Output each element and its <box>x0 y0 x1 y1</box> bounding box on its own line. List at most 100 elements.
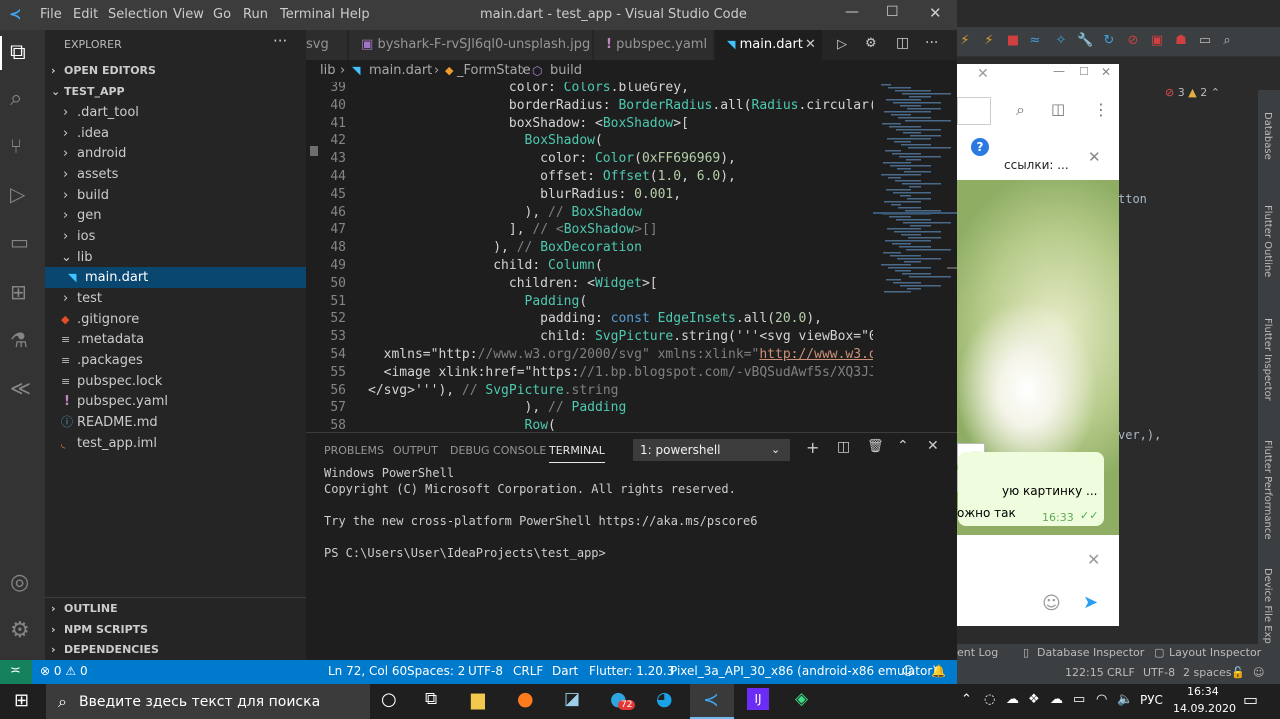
code-line[interactable]: borderRadius: BorderRadius.all(Radius.ci… <box>368 98 873 113</box>
right-tab-flutter-inspector[interactable]: Flutter Inspector <box>1262 318 1273 401</box>
encoding[interactable]: UTF-8 <box>468 664 503 678</box>
extensions-icon[interactable]: ⊞ <box>10 280 34 304</box>
edge-icon[interactable]: ◕ <box>656 688 673 710</box>
tree-item[interactable]: ◟ test_app.iml <box>45 433 306 454</box>
accounts-icon[interactable]: ◎ <box>10 570 34 595</box>
wrench-icon[interactable]: 🔧 <box>1077 33 1093 49</box>
tree-item[interactable]: › .dart_tool <box>45 102 306 123</box>
layout-icon[interactable]: ▭ <box>1197 33 1213 49</box>
close-icon[interactable]: ✕ <box>929 4 942 22</box>
split-terminal-icon[interactable]: ◫ <box>837 439 850 455</box>
code-line[interactable]: ), // BoxDecoration <box>368 240 642 255</box>
tree-item[interactable]: › gen <box>45 205 306 226</box>
run-icon[interactable]: ▷ <box>837 37 847 52</box>
code-line[interactable]: ), // BoxShadow <box>368 205 642 220</box>
code-line[interactable]: <image xlink:href="https://1.bp.blogspot… <box>368 365 873 380</box>
chevron-up-icon[interactable]: ⌃ <box>897 438 909 454</box>
feedback-icon[interactable]: ☺ <box>902 664 915 678</box>
send-icon[interactable]: ➤ <box>1083 592 1098 613</box>
code-line[interactable]: offset: Offset(1.0, 6.0), <box>368 169 736 184</box>
code-line[interactable]: </svg>'''), // SvgPicture.string <box>368 383 618 398</box>
menu-edit[interactable]: Edit <box>73 7 98 22</box>
wifi-icon[interactable]: ◠ <box>1096 692 1107 707</box>
code-line[interactable]: child: SvgPicture.string('''<svg viewBox… <box>368 329 873 344</box>
line-ending[interactable]: CRLF <box>513 664 543 678</box>
code-line[interactable]: ], // <BoxShadow>[] <box>368 222 658 237</box>
flutter-icon[interactable]: ≪ <box>10 376 34 400</box>
explorer-icon[interactable]: ⧉ <box>10 40 34 65</box>
more-actions-icon[interactable]: ··· <box>273 32 287 50</box>
bottom-tab-layout-inspector[interactable]: Layout Inspector <box>1169 646 1261 659</box>
close-panel-icon[interactable]: ✕ <box>927 438 939 454</box>
minimize-icon[interactable]: — <box>845 4 859 20</box>
testing-icon[interactable]: ⚗ <box>10 328 34 352</box>
tool-icon[interactable]: ☗ <box>1173 33 1189 49</box>
emoji-icon[interactable]: ☺ <box>1042 593 1061 614</box>
dropbox-icon[interactable]: ❖ <box>1028 692 1040 707</box>
search-field[interactable] <box>957 97 991 125</box>
firefox-icon[interactable]: ● <box>517 688 534 710</box>
more-actions-icon[interactable]: ··· <box>925 35 938 51</box>
battery-icon[interactable]: ▭ <box>1073 692 1085 707</box>
trash-icon[interactable]: 🗑 <box>867 439 884 454</box>
search-icon[interactable]: ⌕ <box>1016 100 1025 120</box>
code-line[interactable]: Padding( <box>368 294 588 309</box>
language-indicator[interactable]: РУС <box>1140 693 1163 707</box>
terminal-prompt[interactable]: PS C:\Users\User\IdeaProjects\test_app> <box>324 546 606 560</box>
intellij-icon[interactable]: IJ <box>747 688 769 710</box>
maximize-icon[interactable]: ☐ <box>1079 65 1089 78</box>
terminal-select[interactable]: 1: powershell ⌄ <box>633 439 790 461</box>
menu-run[interactable]: Run <box>243 7 268 22</box>
search-icon[interactable]: ⌕ <box>1219 33 1235 49</box>
menu-view[interactable]: View <box>173 7 204 22</box>
code-line[interactable]: xmlns="http://www.w3.org/2000/svg" xmlns… <box>368 347 873 362</box>
refresh-icon[interactable]: ↻ <box>1101 33 1117 49</box>
right-tab-device-file-explorer[interactable]: Device File Exp <box>1262 568 1273 644</box>
code-line[interactable]: children: <Widget>[ <box>368 276 658 291</box>
tab-pubspec[interactable]: ! pubspec.yaml <box>594 30 714 60</box>
device-selector[interactable]: Pixel_3a_API_30_x86 (android-x86 emulato… <box>670 664 937 678</box>
tab-svg[interactable]: svg <box>306 30 348 60</box>
code-line[interactable]: child: Column( <box>368 258 603 273</box>
indentation[interactable]: Spaces: 2 <box>407 664 465 678</box>
project-section[interactable]: ⌄ TEST_APP <box>45 81 306 102</box>
help-icon[interactable]: ? <box>971 138 989 156</box>
bottom-tab-event-log[interactable]: ent Log <box>957 646 998 659</box>
close-tab-icon[interactable]: ✕ <box>805 30 816 60</box>
flutter-icon[interactable]: ≈ <box>1027 33 1043 49</box>
lightning-icon[interactable]: ⚡ <box>957 33 973 49</box>
cloud-icon[interactable]: ☁ <box>1050 692 1063 707</box>
settings-gear-icon[interactable]: ⚙ <box>10 618 34 643</box>
problems-indicator[interactable]: ⊗ 0 ⚠ 0 <box>40 664 88 678</box>
more-vertical-icon[interactable]: ⋮ <box>1093 100 1109 119</box>
menu-help[interactable]: Help <box>340 7 370 22</box>
menu-selection[interactable]: Selection <box>108 7 168 22</box>
file-explorer-icon[interactable]: ▆ <box>471 689 485 710</box>
tree-item[interactable]: › build <box>45 185 306 206</box>
tree-item[interactable]: ◆ .gitignore <box>45 309 306 330</box>
clock-date[interactable]: 14.09.2020 <box>1173 702 1236 715</box>
minimize-icon[interactable]: — <box>1053 64 1065 78</box>
code-editor[interactable]: 39 color: Colors.blueGrey, 40 borderRadiu… <box>306 82 873 432</box>
code-line[interactable]: color: Color(0xFF696969), <box>368 151 736 166</box>
clock-time[interactable]: 16:34 <box>1187 685 1219 698</box>
language-mode[interactable]: Dart <box>552 664 578 678</box>
cursor-position[interactable]: Ln 72, Col 60 <box>328 664 407 678</box>
right-tab-flutter-performance[interactable]: Flutter Performance <box>1262 440 1273 540</box>
code-line[interactable]: Row( <box>368 418 556 432</box>
close-pinned-icon[interactable]: ✕ <box>1088 148 1101 166</box>
chevron-up-icon[interactable]: ⌃ <box>961 692 972 707</box>
tab-problems[interactable]: PROBLEMS <box>324 444 384 457</box>
action-center-icon[interactable]: ▭ <box>1243 690 1258 709</box>
code-line[interactable]: BoxShadow( <box>368 133 603 148</box>
edge-tray-icon[interactable]: ◌ <box>984 692 995 707</box>
menu-file[interactable]: File <box>40 7 62 22</box>
code-line[interactable]: boxShadow: <BoxShadow>[ <box>368 116 689 131</box>
tree-item[interactable]: ≡ pubspec.lock <box>45 371 306 392</box>
lock-icon[interactable]: 🔓 <box>1231 666 1245 679</box>
new-terminal-icon[interactable]: + <box>806 438 819 457</box>
npm-scripts-section[interactable]: › NPM SCRIPTS <box>45 619 306 640</box>
tab-terminal[interactable]: TERMINAL <box>549 444 605 463</box>
search-red-icon[interactable]: ⊘ <box>1125 33 1141 49</box>
right-tab-database[interactable]: Database <box>1262 112 1273 160</box>
